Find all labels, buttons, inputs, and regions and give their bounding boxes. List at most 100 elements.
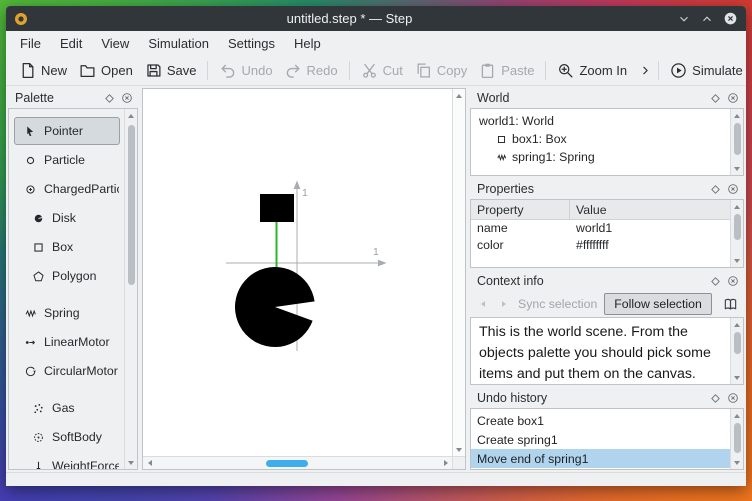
scroll-down-icon[interactable] [731, 456, 743, 469]
open-button[interactable]: Open [73, 58, 139, 83]
charged-particle-icon [24, 183, 37, 196]
simulate-button[interactable]: Simulate [664, 58, 746, 83]
undo-item-create-spring1[interactable]: Create spring1 [471, 430, 730, 449]
minimize-button[interactable] [675, 10, 693, 28]
close-panel-icon[interactable] [727, 275, 739, 287]
history-back-button[interactable] [476, 296, 490, 312]
scrollbar-thumb[interactable] [733, 423, 741, 453]
scroll-right-icon[interactable] [439, 457, 452, 469]
palette-item-softbody[interactable]: SoftBody [14, 423, 120, 451]
scroll-left-icon[interactable] [143, 457, 156, 469]
property-row-color[interactable]: color #ffffffff [471, 237, 730, 254]
scrollbar-thumb[interactable] [127, 125, 135, 285]
palette-item-particle[interactable]: Particle [14, 146, 120, 174]
new-button[interactable]: New [13, 58, 73, 83]
window-title: untitled.step * — Step [286, 11, 413, 26]
world-tree: world1: World box1: Box spring1: Spring [470, 108, 744, 176]
scroll-down-icon[interactable] [453, 443, 465, 456]
tree-item-world1[interactable]: world1: World [471, 112, 730, 130]
context-info-scrollbar[interactable] [730, 318, 743, 384]
box-icon [32, 241, 45, 254]
sync-selection-button[interactable]: Sync selection [518, 297, 597, 311]
menu-help[interactable]: Help [285, 33, 330, 54]
palette-scrollbar[interactable] [124, 109, 137, 469]
disk-object[interactable] [235, 267, 315, 348]
world-canvas[interactable]: 1 1 [142, 88, 466, 470]
scrollbar-thumb[interactable] [733, 214, 741, 240]
canvas-vertical-scrollbar[interactable] [452, 89, 465, 456]
scroll-down-icon[interactable] [731, 162, 743, 175]
menu-view[interactable]: View [92, 33, 138, 54]
scrollbar-thumb[interactable] [266, 459, 308, 467]
box1-object[interactable] [260, 194, 294, 222]
scroll-up-icon[interactable] [731, 318, 743, 331]
palette-item-weightforce[interactable]: WeightForce [14, 452, 120, 469]
menu-file[interactable]: File [11, 33, 50, 54]
world-scrollbar[interactable] [730, 109, 743, 175]
scroll-up-icon[interactable] [125, 109, 137, 122]
history-forward-button[interactable] [497, 296, 511, 312]
paste-button[interactable]: Paste [473, 58, 540, 83]
palette-item-polygon[interactable]: Polygon [14, 262, 120, 290]
scrollbar-thumb[interactable] [733, 332, 741, 354]
undo-history-scrollbar[interactable] [730, 409, 743, 469]
column-value[interactable]: Value [570, 200, 730, 219]
palette-item-pointer[interactable]: Pointer [14, 117, 120, 145]
undo-history-panel-header: Undo history [470, 388, 744, 408]
titlebar[interactable]: untitled.step * — Step [6, 6, 746, 31]
column-property[interactable]: Property [471, 200, 570, 219]
float-panel-icon[interactable] [710, 393, 721, 404]
scroll-down-icon[interactable] [125, 456, 137, 469]
redo-button[interactable]: Redo [279, 58, 344, 83]
maximize-button[interactable] [698, 10, 716, 28]
undo-item-create-box1[interactable]: Create box1 [471, 411, 730, 430]
property-row-name[interactable]: name world1 [471, 220, 730, 237]
scroll-down-icon[interactable] [731, 254, 743, 267]
tree-item-spring1[interactable]: spring1: Spring [471, 148, 730, 166]
palette-item-spring[interactable]: Spring [14, 299, 120, 327]
app-icon [13, 11, 29, 27]
palette-item-gas[interactable]: Gas [14, 394, 120, 422]
cut-button[interactable]: Cut [355, 58, 409, 83]
canvas-horizontal-scrollbar[interactable] [143, 456, 452, 469]
undo-item-move-end-of-spring1[interactable]: Move end of spring1 [471, 449, 730, 468]
float-panel-icon[interactable] [710, 184, 721, 195]
undo-button[interactable]: Undo [213, 58, 278, 83]
close-panel-icon[interactable] [727, 392, 739, 404]
float-panel-icon[interactable] [710, 276, 721, 287]
zoom-in-button[interactable]: Zoom In [551, 58, 633, 83]
scroll-up-icon[interactable] [731, 200, 743, 213]
save-button[interactable]: Save [139, 58, 203, 83]
copy-button[interactable]: Copy [409, 58, 473, 83]
context-info-text: This is the world scene. From the object… [479, 324, 711, 382]
palette-item-linearmotor[interactable]: LinearMotor [14, 328, 120, 356]
close-panel-icon[interactable] [727, 92, 739, 104]
float-panel-icon[interactable] [104, 93, 115, 104]
scroll-up-icon[interactable] [731, 109, 743, 122]
palette-item-box[interactable]: Box [14, 233, 120, 261]
palette-item-disk[interactable]: Disk [14, 204, 120, 232]
tree-item-box1[interactable]: box1: Box [471, 130, 730, 148]
properties-table-header[interactable]: Property Value [471, 200, 730, 220]
float-panel-icon[interactable] [710, 93, 721, 104]
close-panel-icon[interactable] [121, 92, 133, 104]
book-icon[interactable] [723, 297, 738, 312]
follow-selection-button[interactable]: Follow selection [604, 293, 712, 315]
palette-item-circularmotor[interactable]: CircularMotor [14, 357, 120, 385]
scroll-down-icon[interactable] [731, 371, 743, 384]
paste-icon [479, 62, 496, 79]
scroll-up-icon[interactable] [731, 409, 743, 422]
close-button[interactable] [721, 10, 739, 28]
menu-settings[interactable]: Settings [219, 33, 284, 54]
properties-scrollbar[interactable] [730, 200, 743, 267]
menu-edit[interactable]: Edit [51, 33, 91, 54]
close-panel-icon[interactable] [727, 183, 739, 195]
scroll-up-icon[interactable] [453, 89, 465, 102]
palette-item-chargedparticle[interactable]: ChargedParticle [14, 175, 120, 203]
toolbar-extension-button[interactable] [633, 60, 658, 81]
scrollbar-thumb[interactable] [733, 123, 741, 155]
menu-simulation[interactable]: Simulation [139, 33, 218, 54]
palette-group-gap [14, 291, 120, 299]
save-icon [145, 62, 162, 79]
palette-panel-header: Palette [8, 88, 138, 108]
